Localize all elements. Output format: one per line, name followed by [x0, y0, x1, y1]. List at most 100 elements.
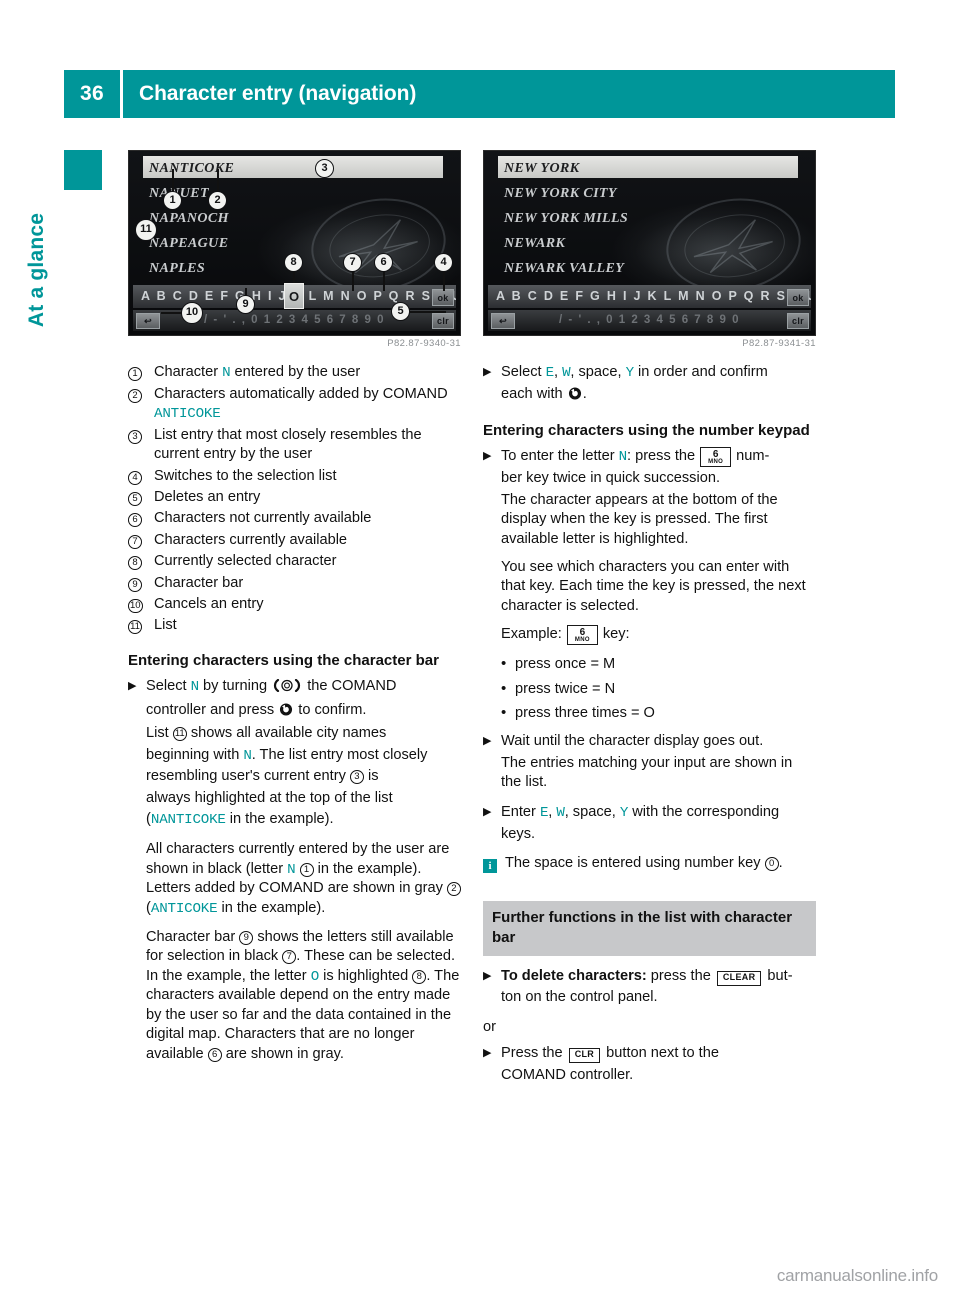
step-text: Wait until the character display goes ou… [501, 732, 816, 794]
back-key[interactable]: ↩ [491, 313, 515, 329]
step-enter-ewy-keys: ▶ Enter E, W, space, Y with the correspo… [483, 803, 816, 846]
legend-number: 5 [128, 488, 154, 507]
paragraph-character-bar: Character bar 9 shows the letters still … [146, 928, 460, 1062]
bullet-text: press three times = O [515, 705, 655, 722]
step-arrow-icon: ▶ [483, 735, 492, 748]
note-text: The space is entered using number key 0. [505, 854, 783, 871]
legend-item: 3 List entry that most closely resembles… [128, 426, 461, 465]
step-enter-letter-n: ▶ To enter the letter N: press the 6 MNO … [483, 447, 816, 647]
step-press-clr: ▶ Press the CLR button next to the COMAN… [483, 1044, 816, 1087]
legend-number: 3 [128, 426, 154, 445]
legend-number: 10 [128, 599, 143, 614]
callout-8: 8 [284, 253, 303, 272]
figure-character-entry: NANTICOKE NANUET NAPANOCH NAPEAGUE NAPLE… [128, 150, 461, 351]
list-item[interactable]: NAPLES [149, 257, 409, 282]
legend-number: 9 [128, 574, 154, 593]
figure-caption-code: P82.87-9340-31 [387, 338, 461, 349]
list-item[interactable]: NEW YORK [504, 157, 764, 182]
step-arrow-icon: ▶ [483, 805, 492, 818]
page-header: 36 Character entry (navigation) [64, 70, 895, 118]
step-line: always highlighted at the top of the lis… [146, 789, 393, 806]
clr-key-icon[interactable]: CLR [568, 1048, 601, 1064]
list-item[interactable]: NAPEAGUE [149, 232, 409, 257]
step-line: ton on the control panel. [501, 989, 658, 1006]
callout-1: 1 [163, 191, 182, 210]
bullet-press-three-times: • press three times = O [483, 704, 816, 723]
list-item[interactable]: NEW YORK MILLS [504, 207, 764, 232]
page-title: Character entry (navigation) [139, 82, 417, 105]
callout-2: 2 [208, 191, 227, 210]
legend-text: Cancels an entry [154, 596, 264, 613]
legend-text: Characters not currently available [154, 510, 372, 527]
character-bar[interactable]: A B C D E F G H I J K L M N O P Q R S T … [488, 285, 811, 308]
list-item[interactable]: NEWARK [504, 232, 764, 257]
list-item[interactable]: NEW YORK CITY [504, 182, 764, 207]
legend-number: 1 [128, 363, 154, 382]
step-line: (NANTICOKE in the example). [146, 811, 334, 829]
step-line: List 11 shows all available city names [146, 725, 387, 742]
note-space-key: i The space is entered using number key … [483, 854, 816, 875]
step-line: COMAND controller. [501, 1066, 634, 1083]
step-line: beginning with N. The list entry most cl… [146, 746, 428, 764]
step-text: To enter the letter N: press the 6 MNO nu… [501, 447, 816, 647]
step-line: Wait until the character display goes ou… [501, 733, 764, 750]
callout-11: 11 [135, 219, 157, 241]
list-item[interactable]: NANTICOKE [149, 157, 409, 182]
alternative-connector: or [483, 1018, 496, 1035]
info-icon: i [483, 854, 505, 875]
bullet-press-once: • press once = M [483, 655, 816, 674]
bullet-press-twice: • press twice = N [483, 680, 816, 699]
legend-number: 4 [128, 467, 154, 486]
legend-text: List entry that most closely resembles t… [154, 426, 422, 463]
step-text: Enter E, W, space, Y with the correspond… [501, 803, 816, 846]
step-arrow-icon: ▶ [483, 969, 492, 982]
bullet-icon: • [501, 679, 507, 697]
list-item[interactable]: NAPANOCH [149, 207, 409, 232]
legend-item: 4 Switches to the selection list [128, 467, 461, 486]
callout-9: 9 [236, 295, 255, 314]
step-text: Select N by turning the COMAND controlle… [146, 677, 461, 832]
number-key-6-icon[interactable]: 6 MNO [566, 625, 598, 646]
section-tab-label: At a glance [25, 212, 48, 328]
callout-10: 10 [181, 302, 203, 324]
figure-caption-code: P82.87-9341-31 [742, 338, 816, 349]
paragraph-black-characters: All characters currently entered by the … [128, 840, 461, 919]
step-line: Select E, W, space, Y in order and confi… [501, 363, 768, 381]
legend-text: Characters automatically added by COMAND… [154, 385, 448, 422]
heading-character-bar: Entering characters using the character … [128, 651, 439, 669]
back-key[interactable]: ↩ [136, 313, 160, 329]
step-line: The character appears at the bottom of t… [501, 491, 778, 547]
list-item[interactable]: NEWARK VALLEY [504, 257, 764, 282]
number-bar[interactable]: / - ' . , 0 1 2 3 4 5 6 7 8 9 0 [488, 310, 811, 331]
selected-character[interactable]: O [284, 283, 304, 309]
step-line: You see which characters you can enter w… [501, 559, 806, 614]
number-key-6-icon[interactable]: 6 MNO [700, 447, 732, 468]
bullet-text: press once = M [515, 656, 616, 673]
callout-3: 3 [315, 159, 334, 178]
legend-number: 7 [128, 531, 154, 550]
step-line: Enter E, W, space, Y with the correspond… [501, 803, 780, 821]
legend-number: 11 [128, 616, 154, 635]
step-line: To delete characters: press the CLEAR bu… [501, 967, 793, 986]
clear-key-icon[interactable]: CLEAR [716, 970, 762, 986]
left-column: NANTICOKE NANUET NAPANOCH NAPEAGUE NAPLE… [128, 150, 461, 1073]
legend-number: 6 [128, 509, 154, 528]
ok-key[interactable]: ok [432, 289, 454, 306]
site-watermark: carmanualsonline.info [776, 1266, 938, 1285]
legend-item: 9 Character bar [128, 574, 461, 593]
ok-key[interactable]: ok [787, 289, 809, 306]
heading-number-keypad: Entering characters using the number key… [483, 421, 810, 439]
step-line: ber key twice in quick succession. [501, 470, 720, 487]
legend-item: 11 List [128, 616, 461, 635]
legend-text: Switches to the selection list [154, 467, 337, 484]
clr-key[interactable]: clr [432, 313, 454, 329]
clr-key[interactable]: clr [787, 313, 809, 329]
legend-item: 5 Deletes an entry [128, 488, 461, 507]
page-number: 36 [80, 82, 104, 105]
section-tab-marker [64, 150, 102, 190]
step-arrow-icon: ▶ [483, 1047, 492, 1060]
heading-further-functions: Further functions in the list with chara… [483, 901, 816, 956]
callout-leader [410, 311, 446, 313]
list-item[interactable]: NANUET [149, 182, 409, 207]
step-line: Press the CLR button next to the [501, 1045, 719, 1064]
